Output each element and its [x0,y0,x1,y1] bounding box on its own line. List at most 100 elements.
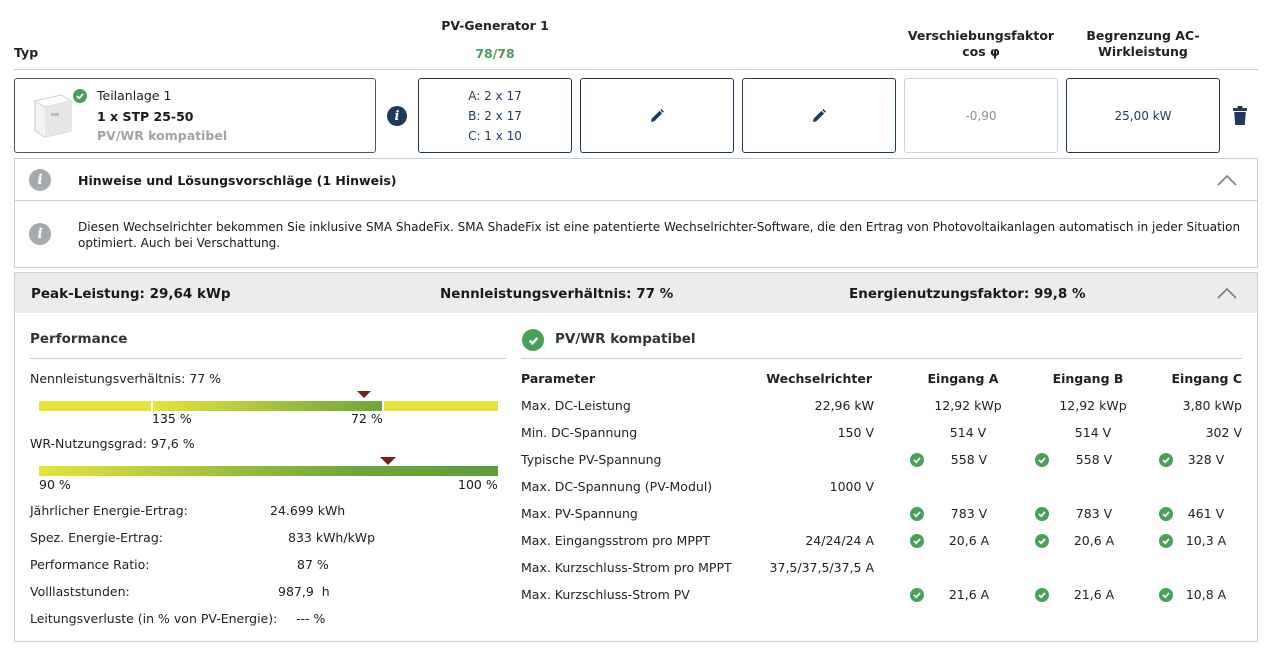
inverter-image [31,91,75,139]
input-c-value: 328 V [1187,452,1225,467]
perf-value: 87 % [297,557,329,572]
col-input-a: Eingang A [927,371,999,386]
chevron-up-icon[interactable] [1217,287,1237,299]
header-divider [14,69,1258,70]
inverter-value: 1000 V [829,479,874,494]
hints-header[interactable]: i Hinweise und Lösungsvorschläge (1 Hinw… [15,159,1257,201]
nenn-tick-1: 135 % [152,411,192,426]
input-b-value: 514 V [1074,425,1112,440]
input-b-value: 21,6 A [1073,587,1115,602]
check-icon [910,453,924,467]
wr-min: 90 % [39,477,71,492]
perf-value: 987,9 h [278,584,330,599]
compatible-check-icon [522,329,544,351]
string-config-box[interactable]: A: 2 x 17 B: 2 x 17 C: 1 x 10 [418,78,572,153]
perf-value: 833 kWh/kWp [288,530,376,545]
param-label: Min. DC-Spannung [521,425,638,440]
param-label: Typische PV-Spannung [521,452,662,467]
param-label: Max. PV-Spannung [521,506,638,521]
col-inverter: Wechselrichter [766,371,872,386]
hints-title: Hinweise und Lösungsvorschläge (1 Hinwei… [78,173,397,188]
perf-label: Jährlicher Energie-Ertrag: [30,503,188,518]
param-label: Max. DC-Spannung (PV-Modul) [521,479,713,494]
perf-label: Performance Ratio: [30,557,150,572]
inverter-model: 1 x STP 25-50 [97,109,194,124]
wr-label: WR-Nutzungsgrad: 97,6 % [30,436,195,451]
trash-icon[interactable] [1232,106,1248,126]
check-icon [1035,453,1049,467]
col-input-c: Eingang C [1171,371,1242,386]
compat-title: PV/WR kompatibel [555,331,696,347]
begrenzung-line2: Wirkleistung [1098,44,1188,59]
input-b-value: 12,92 kWp [1059,398,1127,413]
hints-panel: i Hinweise und Lösungsvorschläge (1 Hinw… [14,158,1258,268]
input-c-value: 10,8 A [1185,587,1227,602]
inverter-value: 24/24/24 A [805,533,874,548]
peak-power: Peak-Leistung: 29,64 kWp [31,286,231,302]
info-icon: i [29,223,51,245]
perf-label: Volllaststunden: [30,584,130,599]
check-icon [910,588,924,602]
perf-label: Leitungsverluste (in % von PV-Energie): [30,611,278,626]
input-a-value: 558 V [950,452,988,467]
summary-bar[interactable]: Peak-Leistung: 29,64 kWp Nennleistungsve… [15,273,1257,313]
verschiebung-line2: cos φ [962,44,1000,59]
begrenzung-line1: Begrenzung AC- [1086,28,1200,43]
inverter-status: PV/WR kompatibel [97,128,228,143]
begrenzung-header: Begrenzung AC- Wirkleistung [1062,28,1224,60]
energy-factor: Energienutzungsfaktor: 99,8 % [849,286,1086,302]
check-icon [1035,588,1049,602]
string-c: C: 1 x 10 [468,128,522,143]
info-icon: i [29,169,51,191]
check-icon [910,534,924,548]
inverter-value: 22,96 kW [814,398,874,413]
perf-label: Spez. Energie-Ertrag: [30,530,163,545]
typ-header: Typ [14,45,39,60]
pencil-icon [651,108,664,122]
string-b: B: 2 x 17 [468,108,522,123]
wr-max: 100 % [458,477,498,492]
verschiebung-header: Verschiebungsfaktor cos φ [900,28,1062,60]
nenn-bar-left [39,401,151,411]
performance-title: Performance [30,331,128,347]
input-c-value: 10,3 A [1185,533,1227,548]
chevron-up-icon[interactable] [1217,174,1237,186]
pv-generator-count: 78/78 [475,46,515,61]
nenn-label: Nennleistungsverhältnis: 77 % [30,371,222,386]
perf-value: --- % [296,611,326,626]
performance-divider [30,358,506,359]
inverter-value: 150 V [837,425,874,440]
cos-phi-field: -0,90 [904,78,1058,153]
input-b-value: 783 V [1075,506,1113,521]
col-parameter: Parameter [521,371,595,386]
compatible-check-icon [73,89,87,103]
inverter-info-icon[interactable]: i [387,106,407,126]
nenn-tick-2: 72 % [351,411,383,426]
nenn-bar [39,401,498,411]
col-input-b: Eingang B [1052,371,1124,386]
input-a-value: 21,6 A [948,587,990,602]
nominal-ratio: Nennleistungsverhältnis: 77 % [440,286,674,302]
check-icon [1035,534,1049,548]
input-a-value: 514 V [949,425,987,440]
pv-generator-title: PV-Generator 1 [441,18,549,33]
input-c-value: 3,80 kWp [1182,398,1242,413]
inverter-card[interactable]: Teilanlage 1 1 x STP 25-50 PV/WR kompati… [14,78,376,153]
inverter-value: 37,5/37,5/37,5 A [769,560,874,575]
pencil-icon [813,108,826,122]
input-c-value: 461 V [1187,506,1225,521]
verschiebung-line1: Verschiebungsfaktor [907,28,1055,43]
input-a-value: 12,92 kWp [934,398,1002,413]
check-icon [1159,453,1173,467]
ac-limit-field[interactable]: 25,00 kW [1066,78,1220,153]
pv-generator-header: PV-Generator 1 78/78 [420,18,570,62]
compat-divider [521,358,1242,359]
check-icon [1159,507,1173,521]
hints-text: Diesen Wechselrichter bekommen Sie inklu… [78,220,1241,250]
edit-button-1[interactable] [580,78,734,153]
check-icon [1035,507,1049,521]
param-label: Max. Kurzschluss-Strom pro MPPT [521,560,732,575]
param-label: Max. DC-Leistung [521,398,631,413]
check-icon [910,507,924,521]
edit-button-2[interactable] [742,78,896,153]
